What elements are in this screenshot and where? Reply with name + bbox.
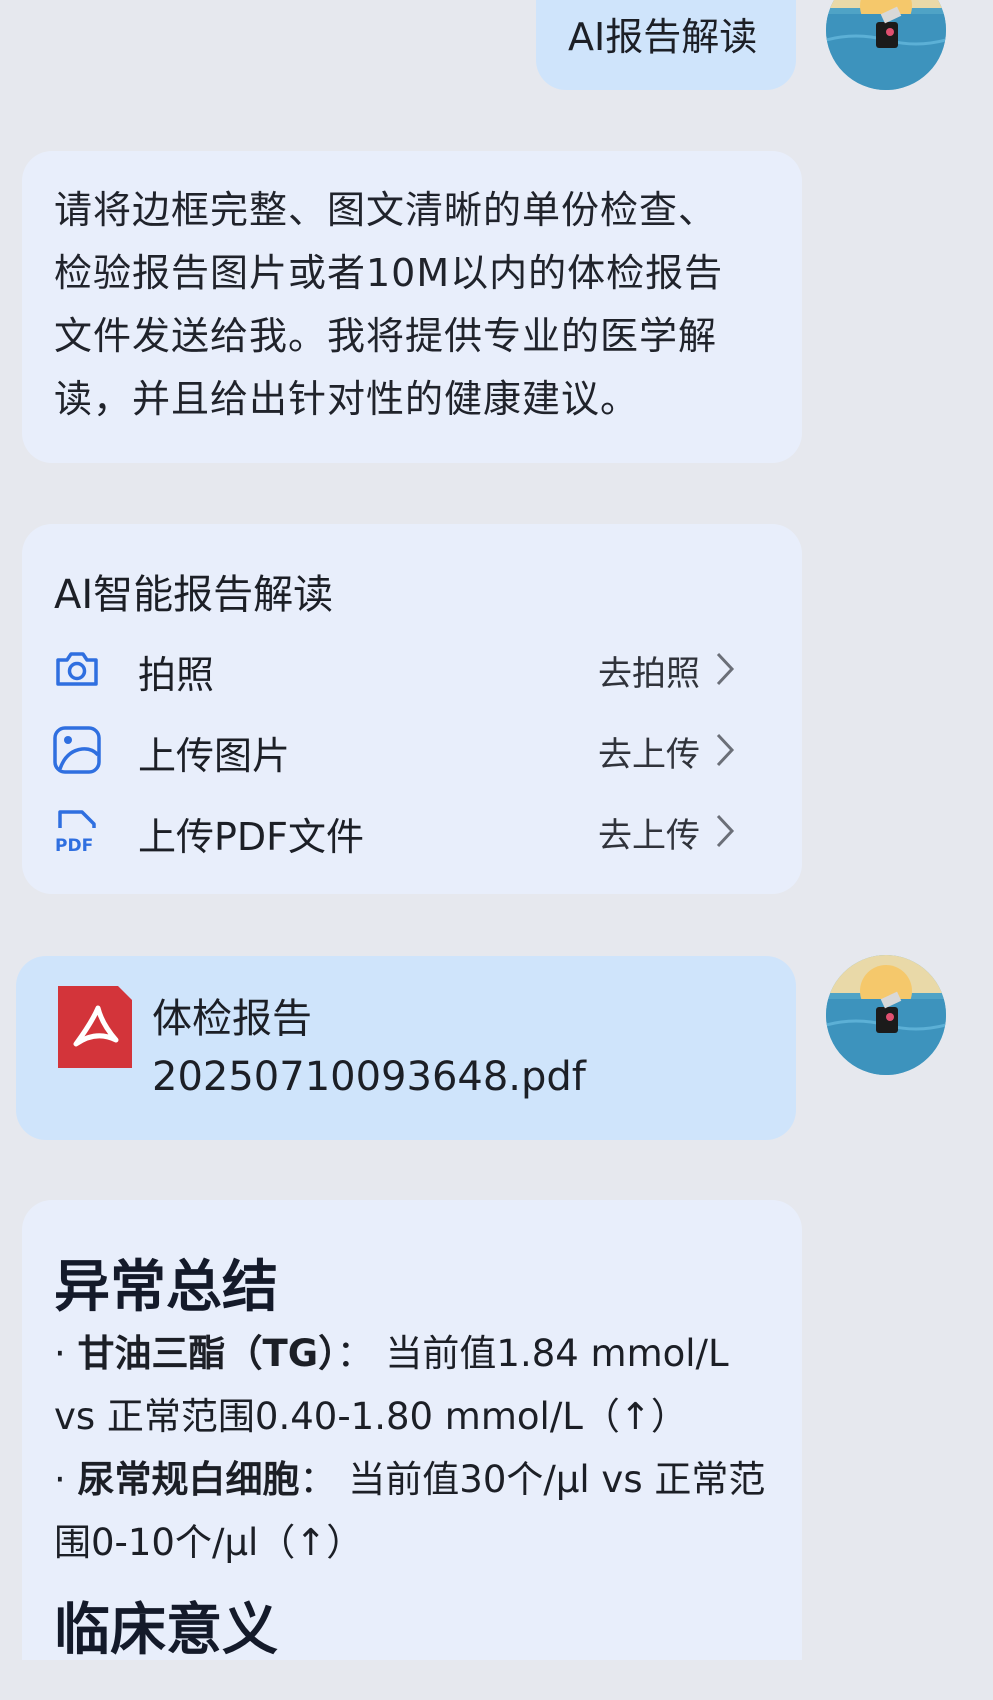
option-take-photo[interactable]: 拍照 去拍照: [52, 636, 772, 706]
option-upload-pdf[interactable]: PDF 上传PDF文件 去上传: [52, 798, 772, 868]
option-action: 去上传: [598, 735, 700, 775]
pdf-icon: PDF: [52, 806, 102, 856]
section-heading: 异常总结: [54, 1255, 278, 1320]
avatar-image: [826, 0, 946, 90]
item-term: 尿常规白细胞: [77, 1458, 300, 1501]
item-term: 甘油三酯（TG）: [77, 1332, 337, 1375]
bullet: ·: [54, 1458, 66, 1501]
svg-text:PDF: PDF: [55, 836, 93, 856]
pdf-file-icon: [58, 986, 132, 1068]
avatar-image: [826, 955, 946, 1075]
item-separator: ：: [299, 1458, 337, 1501]
option-label: 拍照: [138, 653, 215, 697]
user-avatar[interactable]: [826, 0, 946, 90]
report-card-title: AI智能报告解读: [54, 572, 334, 618]
file-message-bubble[interactable]: 体检报告 20250710093648.pdf: [16, 956, 796, 1140]
chevron-right-icon: [714, 650, 736, 688]
ai-intro-text: 请将边框完整、图文清晰的单份检查、检验报告图片或者10M以内的体检报告文件发送给…: [54, 188, 724, 421]
abnormal-item: · 尿常规白细胞： 当前值30个/μl vs 正常范围0-10个/μl（↑）: [54, 1448, 774, 1574]
file-name-line1: 体检报告: [152, 996, 312, 1042]
ai-intro-bubble: 请将边框完整、图文清晰的单份检查、检验报告图片或者10M以内的体检报告文件发送给…: [22, 151, 802, 463]
ai-analysis-bubble: 异常总结 · 甘油三酯（TG）： 当前值1.84 mmol/L vs 正常范围0…: [22, 1200, 802, 1663]
chevron-right-icon: [714, 731, 736, 769]
abnormal-item: · 甘油三酯（TG）： 当前值1.84 mmol/L vs 正常范围0.40-1…: [54, 1322, 774, 1448]
file-name-line2: 20250710093648.pdf: [152, 1054, 586, 1100]
camera-icon: [52, 644, 102, 694]
option-label: 上传PDF文件: [138, 815, 365, 859]
image-upload-icon: [52, 725, 102, 775]
option-action: 去拍照: [598, 654, 700, 694]
section-heading: 临床意义: [54, 1598, 278, 1663]
option-action: 去上传: [598, 816, 700, 856]
report-options-card: AI智能报告解读 拍照 去拍照 上传图片 去上传 PDF 上传PDF文件 去上传: [22, 524, 802, 894]
user-message-text: AI报告解读: [568, 15, 758, 59]
user-message-bubble: AI报告解读: [536, 0, 796, 90]
chevron-right-icon: [714, 812, 736, 850]
item-separator: ：: [336, 1332, 374, 1375]
option-label: 上传图片: [138, 734, 291, 778]
user-avatar[interactable]: [826, 955, 946, 1075]
option-upload-image[interactable]: 上传图片 去上传: [52, 717, 772, 787]
bullet: ·: [54, 1332, 66, 1375]
